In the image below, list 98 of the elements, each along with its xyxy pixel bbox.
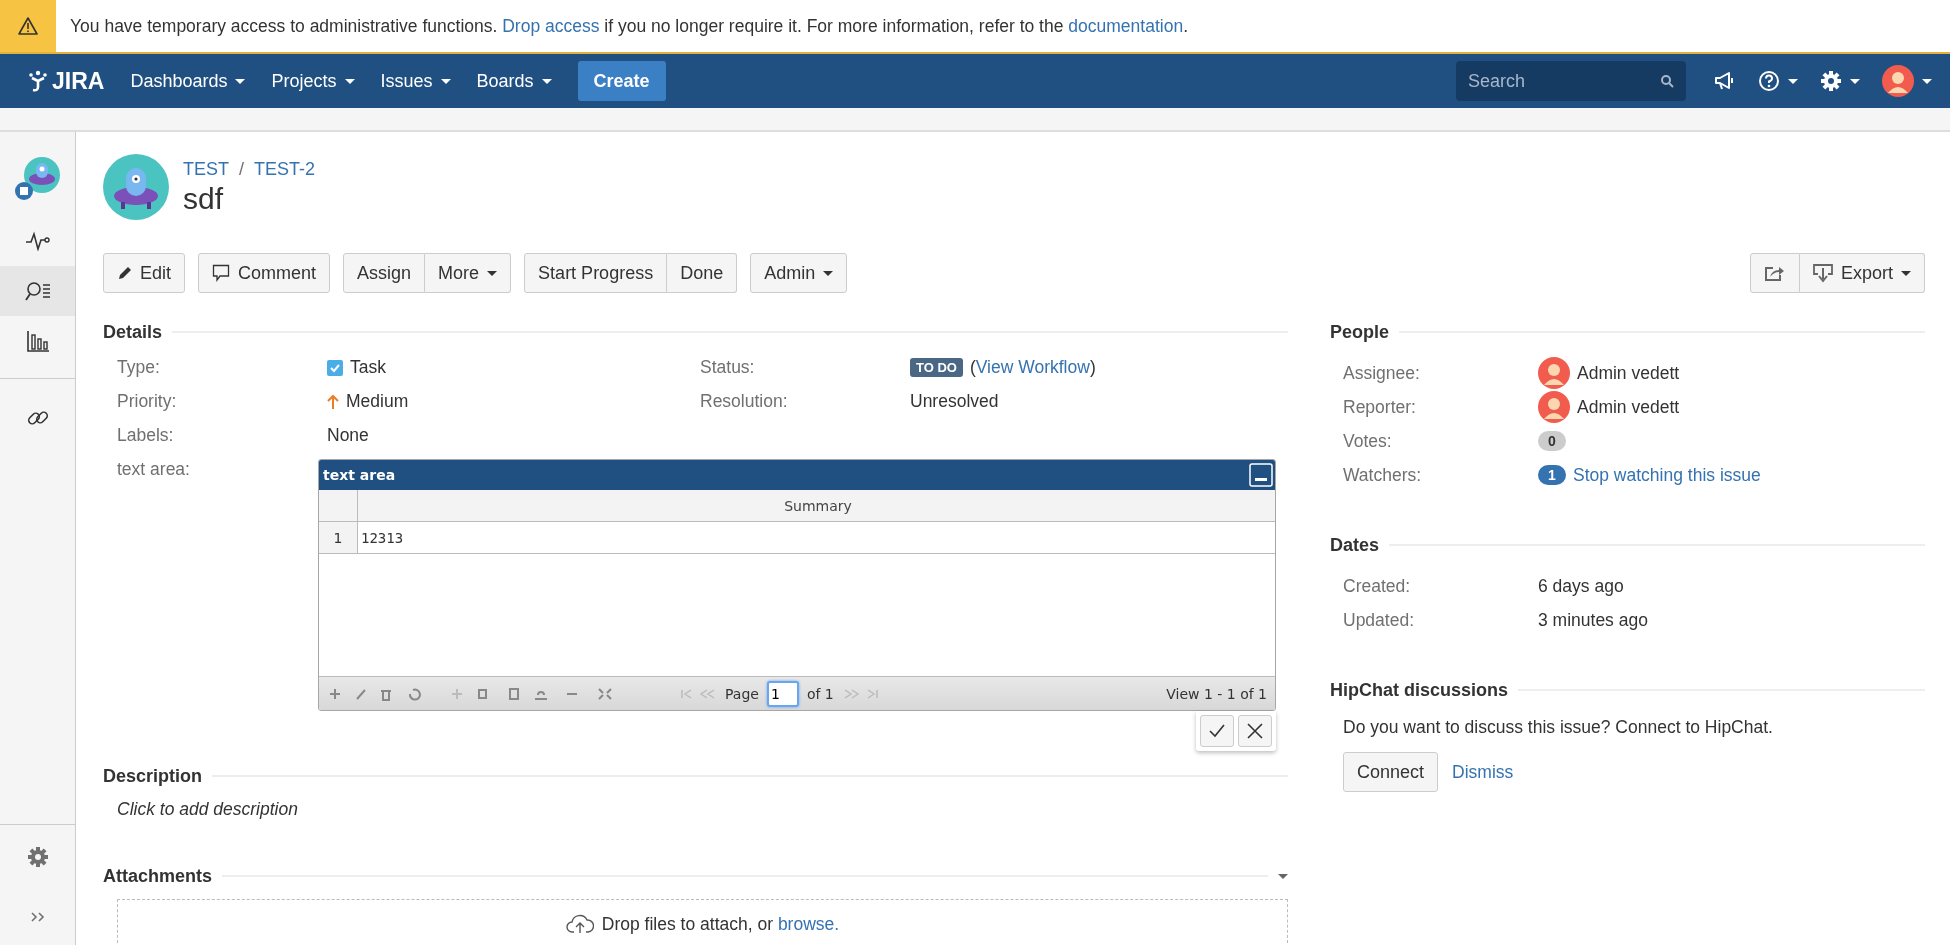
connect-button[interactable]: Connect	[1343, 752, 1439, 792]
field-label: Votes:	[1343, 430, 1393, 452]
minimize-icon[interactable]	[1249, 463, 1273, 487]
user-avatar	[1538, 391, 1570, 423]
warning-icon	[18, 17, 38, 35]
previous-page-icons	[681, 688, 717, 699]
field-value: Task	[350, 357, 386, 378]
breadcrumb-link[interactable]: TEST	[183, 158, 229, 180]
toolbar-button[interactable]: More	[425, 253, 512, 293]
section-heading: Description	[103, 765, 203, 787]
date-value: 6 days ago	[1538, 575, 1625, 597]
field-label: Reporter:	[1343, 396, 1417, 418]
project-avatar	[103, 154, 169, 220]
share-button[interactable]	[1749, 253, 1800, 293]
field-label: Status:	[700, 357, 756, 378]
page-count: of 1	[806, 685, 834, 702]
stop-watching-link[interactable]: Stop watching this issue	[1573, 464, 1761, 486]
hipchat-prompt: Do you want to discuss this issue? Connect to HipChat.	[1342, 717, 1774, 738]
user-name[interactable]: Admin vedett	[1577, 362, 1680, 384]
settings-icon[interactable]	[26, 846, 49, 868]
field-label: Labels:	[117, 425, 175, 446]
section-heading: Details	[103, 321, 163, 343]
field-label: Created:	[1343, 575, 1412, 597]
browse-link[interactable]: browse.	[777, 914, 840, 934]
section-heading: People	[1330, 321, 1390, 343]
save-button[interactable]	[1200, 715, 1234, 747]
status-lozenge: TO DO	[910, 358, 963, 377]
field-label: Type:	[117, 357, 161, 378]
page-field[interactable]: 1	[766, 680, 799, 707]
issue-title[interactable]: sdf	[183, 181, 316, 216]
banner-message: You have temporary access to administrative functions. Drop access if you no longer require it. For more information, refer to the documentation.	[70, 15, 1188, 37]
task-checkbox-icon	[327, 359, 343, 376]
field-value: None	[327, 425, 369, 446]
dismiss-link[interactable]: Dismiss	[1452, 761, 1514, 783]
grid-title: text area	[323, 467, 396, 483]
field-label: Updated:	[1343, 609, 1416, 631]
section-heading: HipChat discussions	[1330, 679, 1509, 701]
page-label: Page	[725, 685, 759, 702]
field-value: Medium	[346, 391, 409, 412]
expand-chevrons-icon[interactable]	[29, 911, 46, 923]
toolbar-button[interactable]: Admin	[750, 253, 848, 293]
project-avatar-icon	[13, 155, 62, 203]
share-icon	[1763, 264, 1786, 282]
nav-menu[interactable]: Dashboards	[130, 70, 246, 92]
toolbar-button[interactable]: Comment	[198, 253, 331, 293]
section-heading: Attachments	[103, 865, 213, 887]
description-placeholder[interactable]: Click to add description	[103, 799, 1288, 820]
pulse-icon	[24, 231, 51, 251]
row-number: 1	[319, 522, 358, 553]
toolbar-button[interactable]: Start Progress	[524, 253, 668, 293]
export-button[interactable]: Export	[1799, 253, 1925, 293]
banner-link[interactable]: documentation	[1068, 15, 1184, 36]
jira-logo[interactable]: JIRA	[28, 67, 105, 95]
bar-chart-icon	[25, 330, 50, 352]
table-cell[interactable]: 12313	[358, 522, 1275, 553]
drop-zone[interactable]: Drop files to attach, or browse.	[117, 899, 1288, 945]
close-icon	[1247, 723, 1263, 739]
breadcrumb-link[interactable]: TEST-2	[254, 158, 316, 180]
record-count: View 1 - 1 of 1	[1166, 685, 1267, 702]
section-heading: Dates	[1330, 534, 1380, 556]
download-icon	[1812, 263, 1833, 283]
help-menu[interactable]	[1758, 70, 1798, 92]
banner-link[interactable]: Drop access	[502, 15, 600, 36]
cloud-upload-icon	[565, 914, 594, 934]
watcher-count: 1	[1538, 465, 1566, 485]
view-workflow-link[interactable]: View Workflow	[975, 357, 1090, 377]
toolbar-button[interactable]: Done	[667, 253, 738, 293]
drop-instructions: Drop files to attach, or browse.	[601, 914, 840, 936]
sidebar-item[interactable]	[0, 266, 75, 316]
field-value: Unresolved	[910, 391, 999, 412]
settings-menu[interactable]	[1820, 70, 1860, 92]
user-name[interactable]: Admin vedett	[1577, 396, 1680, 418]
checkmark-icon	[1209, 724, 1225, 738]
cancel-button[interactable]	[1238, 715, 1272, 747]
field-label: Assignee:	[1343, 362, 1421, 384]
vote-count: 0	[1538, 431, 1566, 451]
caret-icon[interactable]	[1278, 873, 1288, 879]
up-arrow-icon	[327, 393, 339, 410]
user-avatar	[1538, 357, 1570, 389]
pencil-icon	[117, 265, 132, 281]
field-label: Resolution:	[700, 391, 789, 412]
field-label: Watchers:	[1343, 464, 1423, 486]
breadcrumb-separator: /	[239, 158, 245, 180]
field-label: Priority:	[117, 391, 178, 412]
search-icon	[1660, 74, 1674, 88]
date-value: 3 minutes ago	[1538, 609, 1649, 631]
megaphone-icon[interactable]	[1714, 71, 1736, 91]
workflow-note: (View Workflow)	[969, 357, 1096, 378]
toolbar-button[interactable]: Edit	[103, 253, 186, 293]
nav-menu[interactable]: Boards	[476, 70, 552, 92]
toolbar-button[interactable]: Assign	[343, 253, 426, 293]
create-button[interactable]: Create	[577, 61, 666, 101]
search-field[interactable]: Search	[1456, 61, 1686, 101]
search-list-icon	[24, 280, 51, 302]
nav-menu[interactable]: Issues	[380, 70, 451, 92]
nav-menu[interactable]: Projects	[271, 70, 355, 92]
speech-bubble-icon	[212, 264, 231, 282]
user-menu[interactable]	[1882, 65, 1932, 97]
